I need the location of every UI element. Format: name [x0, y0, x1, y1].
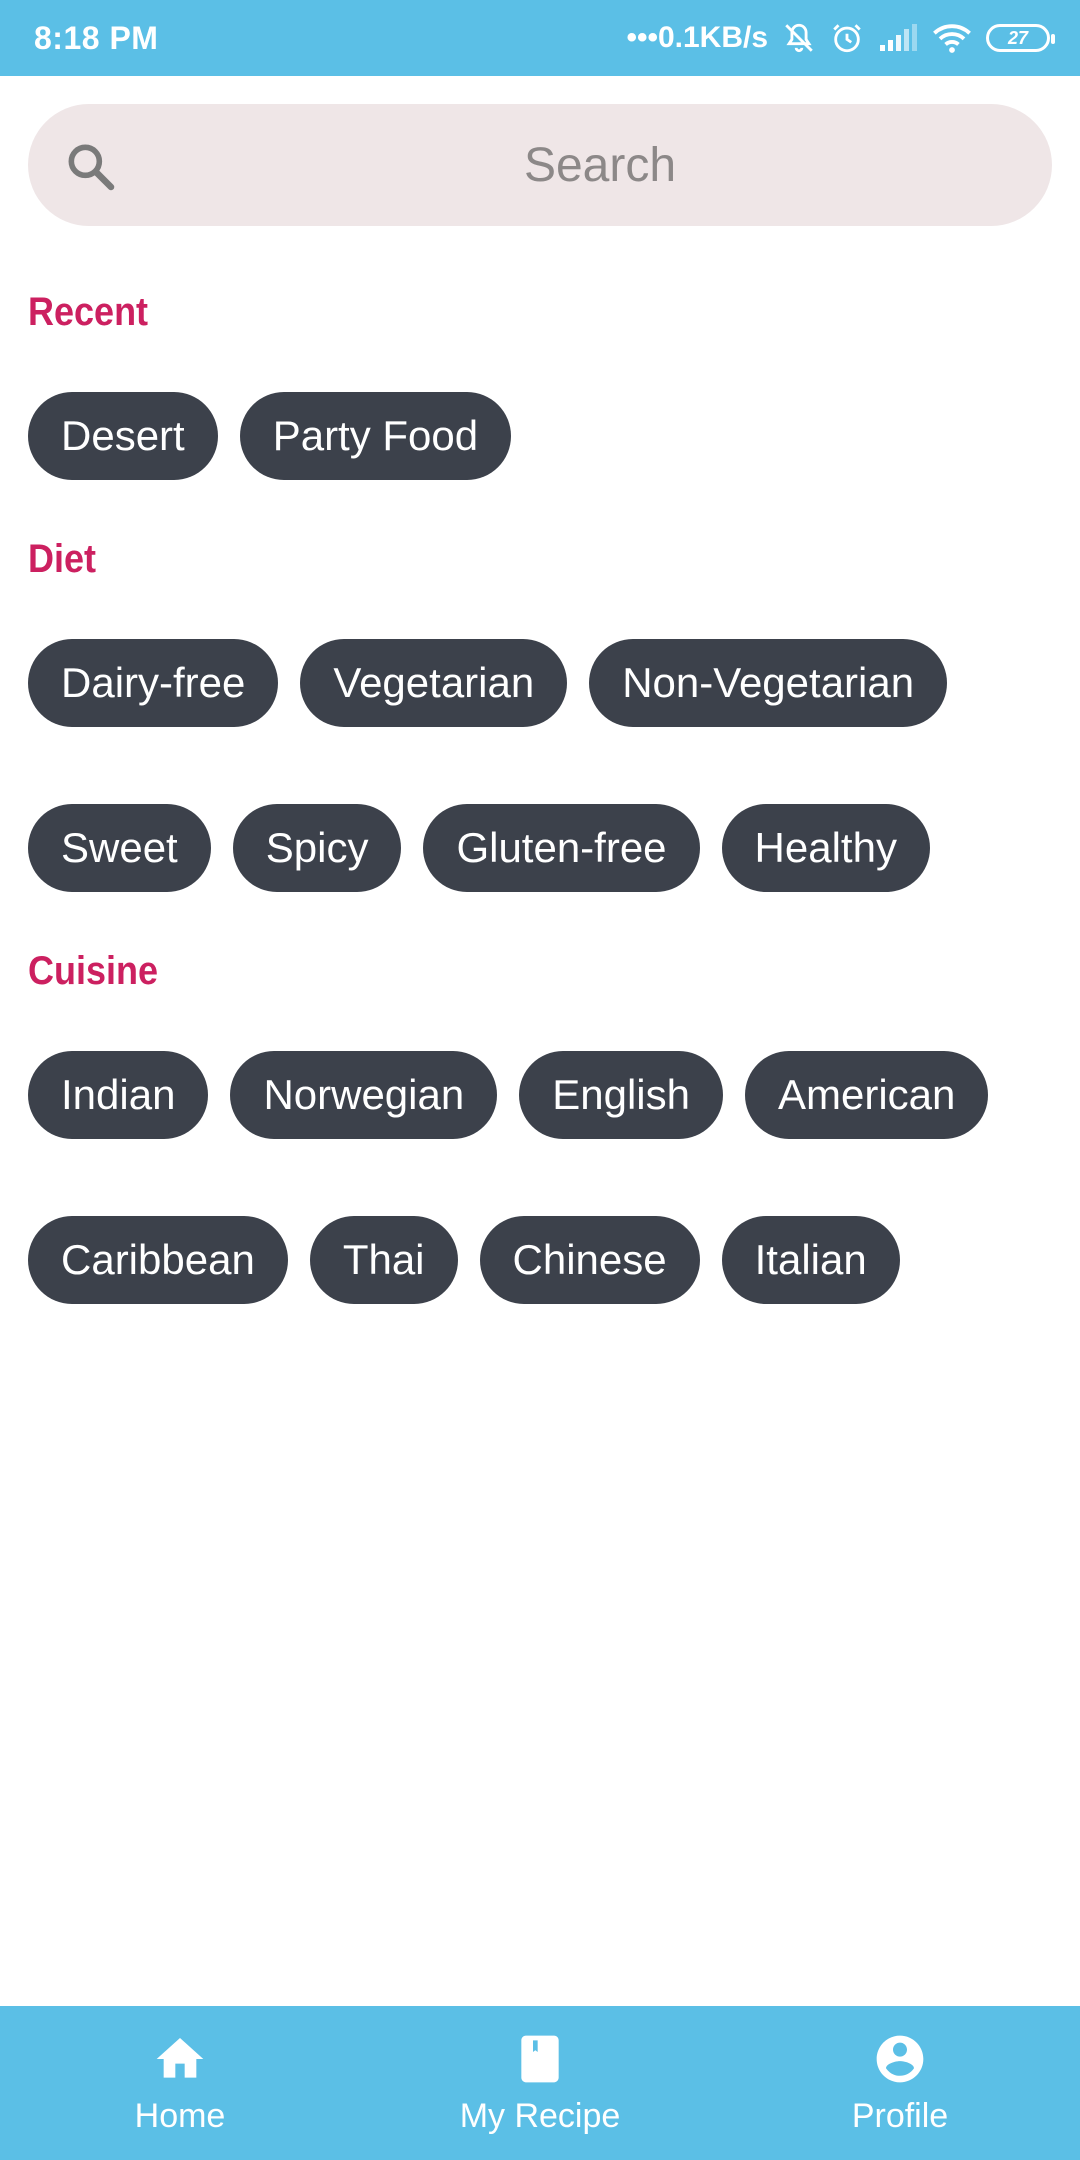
- search-icon: [62, 138, 118, 194]
- wifi-icon: [932, 22, 972, 54]
- nav-item-home[interactable]: Home: [0, 2006, 360, 2160]
- nav-label-profile: Profile: [851, 2096, 949, 2135]
- chip-chinese[interactable]: Chinese: [479, 1216, 700, 1304]
- nav-item-profile[interactable]: Profile: [720, 2006, 1080, 2160]
- chip-sweet[interactable]: Sweet: [28, 804, 211, 892]
- account-circle-icon: [876, 2035, 924, 2082]
- chip-indian[interactable]: Indian: [28, 1051, 209, 1139]
- cuisine-chips-row1: Indian Norwegian English American: [28, 1051, 989, 1139]
- cuisine-chips-row2: Caribbean Thai Chinese Italian: [28, 1216, 900, 1304]
- search-screen: 8:18 PM •••0.1KB/s 27 Search Recent Dese…: [0, 0, 1080, 2160]
- network-speed: •••0.1KB/s: [626, 21, 768, 54]
- chip-american[interactable]: American: [744, 1051, 989, 1139]
- chip-english[interactable]: English: [519, 1051, 723, 1139]
- diet-chips-row2: Sweet Spicy Gluten-free Healthy: [28, 804, 930, 892]
- diet-chips-row1: Dairy-free Vegetarian Non-Vegetarian: [28, 639, 948, 727]
- chip-gluten-free[interactable]: Gluten-free: [423, 804, 700, 892]
- status-time: 8:18 PM: [34, 19, 159, 56]
- chip-norwegian[interactable]: Norwegian: [230, 1051, 498, 1139]
- nav-label-my-recipe: My Recipe: [459, 2096, 621, 2135]
- signal-icon: [878, 23, 918, 53]
- nav-label-home: Home: [134, 2096, 226, 2135]
- section-title-cuisine: Cuisine: [28, 949, 159, 993]
- chip-desert[interactable]: Desert: [28, 392, 218, 480]
- chip-thai[interactable]: Thai: [309, 1216, 458, 1304]
- nav-item-my-recipe[interactable]: My Recipe: [360, 2006, 720, 2160]
- mute-bell-icon: [782, 21, 816, 55]
- home-icon: [156, 2037, 204, 2078]
- search-placeholder: Search: [523, 138, 677, 192]
- alarm-icon: [830, 21, 864, 55]
- chip-spicy[interactable]: Spicy: [232, 804, 402, 892]
- search-input[interactable]: Search: [28, 104, 1052, 226]
- chip-healthy[interactable]: Healthy: [721, 804, 930, 892]
- status-icons: •••0.1KB/s 27: [626, 21, 1055, 55]
- section-title-recent: Recent: [28, 290, 149, 334]
- chip-vegetarian[interactable]: Vegetarian: [300, 639, 568, 727]
- book-icon: [521, 2035, 559, 2082]
- chip-party-food[interactable]: Party Food: [239, 392, 512, 480]
- bottom-navigation: Home My Recipe Profile: [0, 2006, 1080, 2160]
- chip-italian[interactable]: Italian: [721, 1216, 900, 1304]
- status-bar: 8:18 PM •••0.1KB/s 27: [0, 0, 1080, 76]
- chip-non-vegetarian[interactable]: Non-Vegetarian: [589, 639, 948, 727]
- battery-icon: 27: [986, 24, 1055, 52]
- chip-caribbean[interactable]: Caribbean: [28, 1216, 288, 1304]
- recent-chips: Desert Party Food: [28, 392, 512, 480]
- section-title-diet: Diet: [28, 537, 97, 581]
- chip-dairy-free[interactable]: Dairy-free: [28, 639, 279, 727]
